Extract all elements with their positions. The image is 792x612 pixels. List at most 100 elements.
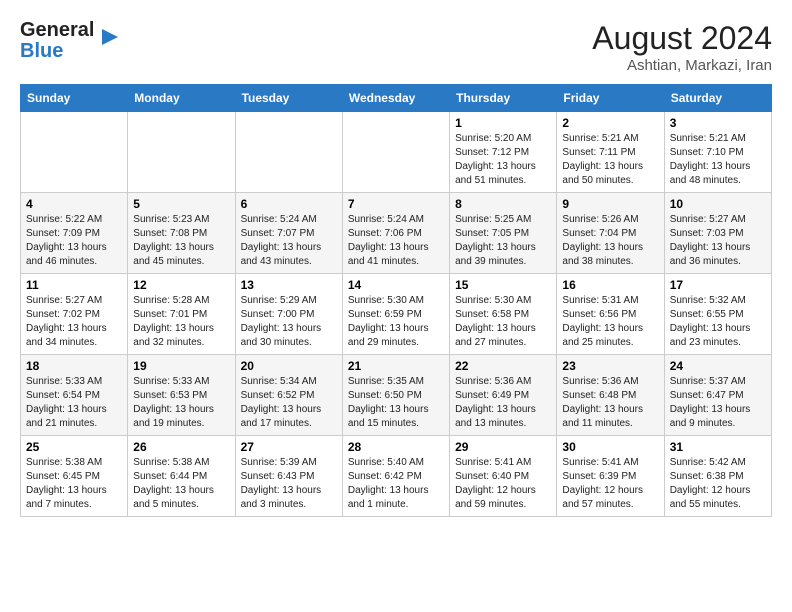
day-info: Sunrise: 5:36 AMSunset: 6:49 PMDaylight:… (455, 375, 551, 431)
col-friday: Friday (557, 85, 664, 112)
calendar-week-row: 18Sunrise: 5:33 AMSunset: 6:54 PMDayligh… (21, 355, 772, 436)
calendar-cell: 25 Sunrise: 5:38 AMSunset: 6:45 PMDayligh… (21, 436, 128, 517)
day-info: Sunrise: 5:25 AMSunset: 7:05 PMDaylight:… (455, 213, 551, 269)
day-number: 29 (455, 440, 551, 454)
day-info: Sunrise: 5:21 AMSunset: 7:11 PMDaylight:… (562, 132, 658, 188)
calendar-header: Sunday Monday Tuesday Wednesday Thursday… (21, 85, 772, 112)
calendar-cell (342, 112, 449, 193)
day-number: 24 (670, 359, 766, 373)
day-number: 27 (241, 440, 337, 454)
day-number: 25 (26, 440, 122, 454)
day-number: 1 (455, 116, 551, 130)
calendar-cell: 13 Sunrise: 5:29 AMSunset: 7:00 PMDayligh… (235, 274, 342, 355)
logo-line2: Blue (20, 41, 94, 62)
calendar-cell: 2 Sunrise: 5:21 AMSunset: 7:11 PMDaylight… (557, 112, 664, 193)
calendar-cell: 11 Sunrise: 5:27 AMSunset: 7:02 PMDayligh… (21, 274, 128, 355)
day-info: Sunrise: 5:22 AMSunset: 7:09 PMDaylight:… (26, 213, 122, 269)
calendar-cell: 24 Sunrise: 5:37 AMSunset: 6:47 PMDayligh… (664, 355, 771, 436)
day-info: Sunrise: 5:29 AMSunset: 7:00 PMDaylight:… (241, 294, 337, 350)
day-info: Sunrise: 5:23 AMSunset: 7:08 PMDaylight:… (133, 213, 229, 269)
calendar-cell: 8Sunrise: 5:25 AMSunset: 7:05 PMDaylight… (450, 193, 557, 274)
day-info: Sunrise: 5:38 AMSunset: 6:44 PMDaylight:… (133, 456, 229, 512)
calendar-cell: 4 Sunrise: 5:22 AMSunset: 7:09 PMDaylight… (21, 193, 128, 274)
day-number: 26 (133, 440, 229, 454)
calendar-cell: 19 Sunrise: 5:33 AMSunset: 6:53 PMDayligh… (128, 355, 235, 436)
col-monday: Monday (128, 85, 235, 112)
day-number: 16 (562, 278, 658, 292)
day-number: 15 (455, 278, 551, 292)
day-number: 7 (348, 197, 444, 211)
day-number: 9 (562, 197, 658, 211)
day-info: Sunrise: 5:21 AMSunset: 7:10 PMDaylight:… (670, 132, 766, 188)
day-number: 22 (455, 359, 551, 373)
calendar-cell: 6 Sunrise: 5:24 AMSunset: 7:07 PMDaylight… (235, 193, 342, 274)
month-year-title: August 2024 (592, 20, 772, 57)
header-row: Sunday Monday Tuesday Wednesday Thursday… (21, 85, 772, 112)
day-info: Sunrise: 5:24 AMSunset: 7:07 PMDaylight:… (241, 213, 337, 269)
day-number: 3 (670, 116, 766, 130)
day-number: 13 (241, 278, 337, 292)
calendar-body: 1 Sunrise: 5:20 AMSunset: 7:12 PMDaylight… (21, 112, 772, 517)
calendar-cell: 30 Sunrise: 5:41 AMSunset: 6:39 PMDayligh… (557, 436, 664, 517)
day-number: 17 (670, 278, 766, 292)
day-info: Sunrise: 5:20 AMSunset: 7:12 PMDaylight:… (455, 132, 551, 188)
calendar-cell: 28 Sunrise: 5:40 AMSunset: 6:42 PMDayligh… (342, 436, 449, 517)
day-info: Sunrise: 5:35 AMSunset: 6:50 PMDaylight:… (348, 375, 444, 431)
calendar-cell: 31 Sunrise: 5:42 AMSunset: 6:38 PMDayligh… (664, 436, 771, 517)
day-info: Sunrise: 5:41 AMSunset: 6:40 PMDaylight:… (455, 456, 551, 512)
day-info: Sunrise: 5:41 AMSunset: 6:39 PMDaylight:… (562, 456, 658, 512)
location-subtitle: Ashtian, Markazi, Iran (592, 57, 772, 74)
day-number: 31 (670, 440, 766, 454)
day-number: 12 (133, 278, 229, 292)
col-sunday: Sunday (21, 85, 128, 112)
col-thursday: Thursday (450, 85, 557, 112)
calendar-cell: 23Sunrise: 5:36 AMSunset: 6:48 PMDayligh… (557, 355, 664, 436)
day-info: Sunrise: 5:33 AMSunset: 6:53 PMDaylight:… (133, 375, 229, 431)
title-block: August 2024 Ashtian, Markazi, Iran (592, 20, 772, 74)
day-number: 2 (562, 116, 658, 130)
day-number: 14 (348, 278, 444, 292)
calendar-cell (21, 112, 128, 193)
calendar-cell: 17 Sunrise: 5:32 AMSunset: 6:55 PMDayligh… (664, 274, 771, 355)
day-number: 4 (26, 197, 122, 211)
page-header: General Blue August 2024 Ashtian, Markaz… (20, 20, 772, 74)
day-info: Sunrise: 5:30 AMSunset: 6:59 PMDaylight:… (348, 294, 444, 350)
calendar-week-row: 4 Sunrise: 5:22 AMSunset: 7:09 PMDaylight… (21, 193, 772, 274)
logo: General Blue (20, 20, 122, 62)
calendar-cell: 27 Sunrise: 5:39 AMSunset: 6:43 PMDayligh… (235, 436, 342, 517)
day-number: 6 (241, 197, 337, 211)
calendar-cell: 1 Sunrise: 5:20 AMSunset: 7:12 PMDaylight… (450, 112, 557, 193)
calendar-week-row: 1 Sunrise: 5:20 AMSunset: 7:12 PMDaylight… (21, 112, 772, 193)
day-info: Sunrise: 5:40 AMSunset: 6:42 PMDaylight:… (348, 456, 444, 512)
day-info: Sunrise: 5:26 AMSunset: 7:04 PMDaylight:… (562, 213, 658, 269)
calendar-cell: 12Sunrise: 5:28 AMSunset: 7:01 PMDayligh… (128, 274, 235, 355)
day-info: Sunrise: 5:30 AMSunset: 6:58 PMDaylight:… (455, 294, 551, 350)
logo-line1: General (20, 20, 94, 41)
col-wednesday: Wednesday (342, 85, 449, 112)
calendar-week-row: 11 Sunrise: 5:27 AMSunset: 7:02 PMDayligh… (21, 274, 772, 355)
day-number: 5 (133, 197, 229, 211)
calendar-cell: 9 Sunrise: 5:26 AMSunset: 7:04 PMDaylight… (557, 193, 664, 274)
day-info: Sunrise: 5:37 AMSunset: 6:47 PMDaylight:… (670, 375, 766, 431)
day-number: 11 (26, 278, 122, 292)
day-number: 18 (26, 359, 122, 373)
calendar-cell: 20Sunrise: 5:34 AMSunset: 6:52 PMDayligh… (235, 355, 342, 436)
calendar-cell: 29 Sunrise: 5:41 AMSunset: 6:40 PMDayligh… (450, 436, 557, 517)
day-number: 10 (670, 197, 766, 211)
calendar-cell (235, 112, 342, 193)
day-number: 28 (348, 440, 444, 454)
day-info: Sunrise: 5:24 AMSunset: 7:06 PMDaylight:… (348, 213, 444, 269)
day-info: Sunrise: 5:36 AMSunset: 6:48 PMDaylight:… (562, 375, 658, 431)
logo-arrow-icon (98, 25, 122, 49)
calendar-cell: 7 Sunrise: 5:24 AMSunset: 7:06 PMDaylight… (342, 193, 449, 274)
day-info: Sunrise: 5:42 AMSunset: 6:38 PMDaylight:… (670, 456, 766, 512)
calendar-cell: 3 Sunrise: 5:21 AMSunset: 7:10 PMDaylight… (664, 112, 771, 193)
calendar-cell: 10Sunrise: 5:27 AMSunset: 7:03 PMDayligh… (664, 193, 771, 274)
day-number: 19 (133, 359, 229, 373)
day-info: Sunrise: 5:39 AMSunset: 6:43 PMDaylight:… (241, 456, 337, 512)
day-info: Sunrise: 5:32 AMSunset: 6:55 PMDaylight:… (670, 294, 766, 350)
day-number: 30 (562, 440, 658, 454)
day-info: Sunrise: 5:27 AMSunset: 7:02 PMDaylight:… (26, 294, 122, 350)
day-info: Sunrise: 5:38 AMSunset: 6:45 PMDaylight:… (26, 456, 122, 512)
col-saturday: Saturday (664, 85, 771, 112)
